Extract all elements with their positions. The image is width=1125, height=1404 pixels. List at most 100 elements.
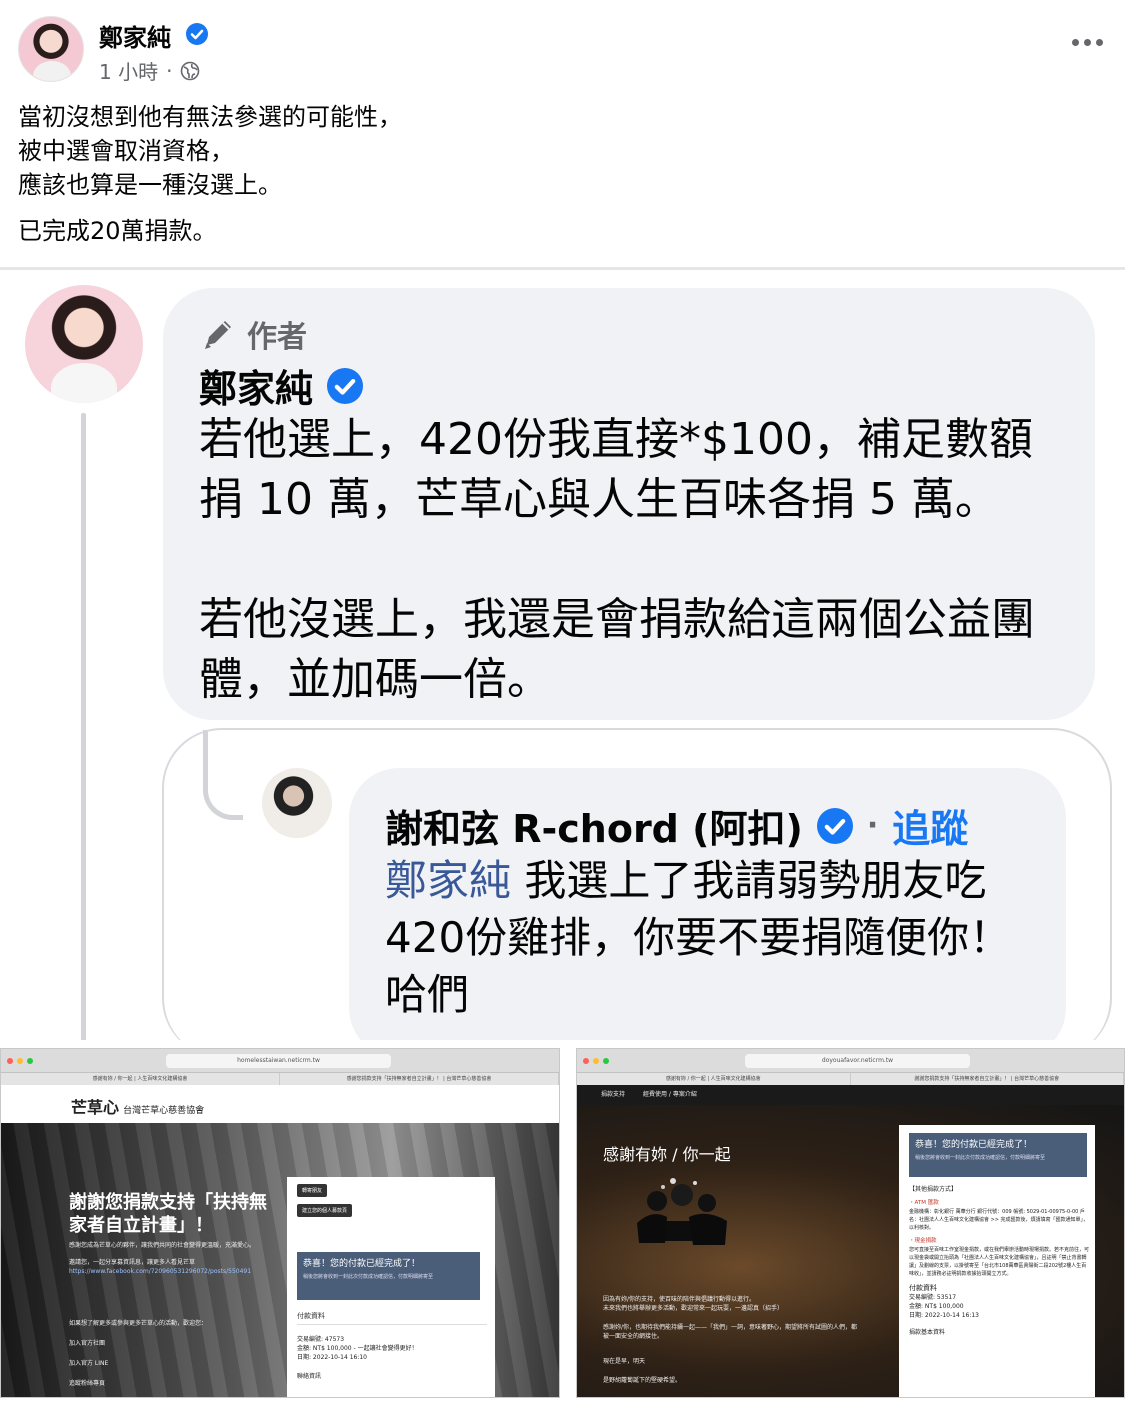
hero-text: 因為有妳/你的支持，使百味的陪伴與倡議行動得以進行。 未來我們也將舉辦更多活動，… xyxy=(603,1295,863,1395)
other-methods-heading: 【其他捐款方式】 xyxy=(909,1186,958,1193)
reply-author-avatar xyxy=(262,768,332,838)
browser-toolbar: doyouafavor.neticrm.tw xyxy=(577,1049,1124,1073)
browser-tabs: 感謝有妳 / 你一起 | 人生百味文化建構協會 感謝您捐款支持「扶持無家者自立計… xyxy=(1,1073,559,1085)
payment-methods: 【其他捐款方式】 ・ATM 匯款 金融機構：彰化銀行 萬華分行 銀行代號：009… xyxy=(909,1185,1089,1337)
author-tag-label: 作者 xyxy=(247,320,307,355)
site-nav: 捐款支持 經費使用 / 專案介紹 xyxy=(577,1085,1124,1105)
transaction-number: 交易編號: 53517 xyxy=(909,1294,957,1301)
thanks-text-2: 感謝妳/你，也期待我們能持續一起——「我們」一詞，意味著野心，期望將所有試圖的人… xyxy=(603,1324,858,1340)
success-message: 恭喜！您的付款已經完成了！ 稍後您將會收到一封此次付款成功確認信，付款明細將寄至 xyxy=(297,1252,480,1300)
nav-item: 捐款支持 xyxy=(601,1091,626,1098)
payment-panel: 恭喜！您的付款已經完成了！ 稍後您將會收到一封此次付款成功確認信，付款明細將寄至… xyxy=(899,1125,1095,1397)
hero-desc: 感謝您成為芒草心的夥伴，讓我們共同的社會變得更溫暖，充滿愛心。 xyxy=(69,1242,256,1249)
info-link: 加入官方社團 xyxy=(69,1340,106,1347)
window-controls xyxy=(7,1058,33,1064)
site-hero: 謝謝您捐款支持「扶持無家者自立計畫」！ 感謝您成為芒草心的夥伴，讓我們共同的社會… xyxy=(1,1123,559,1397)
post-text: 當初沒想到他有無法參選的可能性， 被中選會取消資格， 應該也算是一種沒選上。 已… xyxy=(18,100,1098,260)
cash-text: 您可直接至百味工作室現金捐款，或在我們舉辦活動時現場捐款。若不克前往，可以現金袋… xyxy=(909,1247,1090,1277)
site-body: 捐款支持 經費使用 / 專案介紹 感謝有妳 / 你一起 因為有妳/你的支持，使百… xyxy=(577,1085,1124,1397)
payment-info: 付款資料 交易編號: 47573 金額: NT$ 100,000 - 一起讓社會… xyxy=(297,1311,487,1381)
comment-line: 若他沒選上，我還是會捐款給這兩個公益團 xyxy=(199,594,1035,645)
reply-separator: · xyxy=(866,808,879,843)
comment-line: 捐 10 萬，芒草心與人生百味各捐 5 萬。 xyxy=(199,474,999,525)
donation-screenshot-left[interactable]: homelesstaiwan.neticrm.tw 感謝有妳 / 你一起 | 人… xyxy=(0,1048,560,1398)
site-header: 芒草心 台灣芒草心慈善協會 xyxy=(1,1085,559,1123)
author-name[interactable]: 鄭家純 xyxy=(99,18,171,53)
post-line: 應該也算是一種沒選上。 xyxy=(18,171,282,199)
browser-tabs: 感謝有妳 / 你一起 | 人生百味文化建構協會 謝謝您捐款支持「扶持無家者自立計… xyxy=(577,1073,1124,1085)
reply-line: 420份雞排，你要不要捐隨便你！ xyxy=(385,913,1012,962)
reply-line: 哈們 xyxy=(385,970,470,1019)
logo-mark: 芒草心 xyxy=(71,1098,120,1117)
basic-info-heading: 捐款基本資料 xyxy=(909,1329,946,1336)
more-info-text: 如果想了解更多或參與更多芒草心的活動，歡迎您： xyxy=(69,1320,208,1327)
share-line: 邀請您，一起分享募資訊息，讓更多人看見芒草 xyxy=(69,1259,196,1266)
post-header: 鄭家純 1 小時 · xyxy=(0,0,1125,100)
atm-text: 金融機構：彰化銀行 萬華分行 銀行代號：009 帳號: 5029-01-0097… xyxy=(909,1209,1089,1231)
globe-icon[interactable] xyxy=(180,61,200,81)
site-logo: 芒草心 台灣芒草心慈善協會 xyxy=(71,1094,204,1118)
thanks-text: 因為有妳/你的支持，使百味的陪伴與倡議行動得以進行。 未來我們也將舉辦更多活動，… xyxy=(603,1295,863,1313)
payment-date: 日期: 2022-10-14 16:13 xyxy=(909,1312,979,1319)
hero-title: 感謝有妳 / 你一起 xyxy=(603,1145,731,1164)
address-bar: doyouafavor.neticrm.tw xyxy=(745,1054,970,1068)
post-line: 當初沒想到他有無法參選的可能性， xyxy=(18,103,402,131)
comment-line: 體，並加碼一倍。 xyxy=(199,654,551,705)
success-title: 恭喜！您的付款已經完成了！ xyxy=(915,1140,1033,1150)
comment-thread-image: 作者 鄭家純 若他選上，420份我直接*$100，補足數額 捐 10 萬，芒草心… xyxy=(0,270,1125,1040)
create-fundraising-button: 建立您的個人募款頁 xyxy=(297,1204,353,1217)
hero-title: 謝謝您捐款支持「扶持無家者自立計畫」！ xyxy=(69,1192,267,1236)
browser-tab: 感謝有妳 / 你一起 | 人生百味文化建構協會 xyxy=(1,1073,280,1085)
thanks-line: 未來我們也將舉辦更多活動，歡迎常來一起玩耍，一邊認真（招手） xyxy=(603,1305,784,1312)
reply-mention: 鄭家純 xyxy=(385,856,512,905)
reply-body: 鄭家純 我選上了我請弱勢朋友吃 420份雞排，你要不要捐隨便你！ 哈們 xyxy=(385,852,1045,1023)
comment-author-name: 鄭家純 xyxy=(199,358,364,413)
reply-bubble: 謝和弦 R-chord (阿扣) · 追蹤 鄭家純 我選上了我請弱勢朋友吃 42… xyxy=(349,768,1066,1040)
nav-item: 經費使用 / 專案介紹 xyxy=(643,1091,697,1098)
success-message: 恭喜！您的付款已經完成了！ 稍後您將會收到一封此次付款成功確認信，付款明細將寄至 xyxy=(909,1133,1087,1177)
closing-line-2: 是野胡蘿蔔誕下的堅硬希望。 xyxy=(603,1377,682,1384)
thanks-line: 因為有妳/你的支持，使百味的陪伴與倡議行動得以進行。 xyxy=(603,1296,756,1303)
donation-screenshot-right[interactable]: doyouafavor.neticrm.tw 感謝有妳 / 你一起 | 人生百味… xyxy=(576,1048,1125,1398)
info-link: 加入官方 LINE xyxy=(69,1360,109,1367)
browser-tab: 感謝有妳 / 你一起 | 人生百味文化建構協會 xyxy=(577,1073,851,1085)
success-sub: 稍後您將會收到一封此次付款成功確認信，付款明細將寄至 xyxy=(303,1274,434,1280)
comment-author-avatar xyxy=(25,285,143,403)
post-paragraph-2: 已完成20萬捐款。 xyxy=(18,217,217,245)
author-avatar[interactable] xyxy=(18,16,84,82)
comment-bubble: 作者 鄭家純 若他選上，420份我直接*$100，補足數額 捐 10 萬，芒草心… xyxy=(163,288,1095,720)
transaction-number: 交易編號: 47573 xyxy=(297,1336,345,1343)
verified-badge-icon xyxy=(327,367,364,404)
payment-amount: 金額: NT$ 100,000 xyxy=(909,1303,964,1310)
contact-heading: 聯絡資訊 xyxy=(297,1373,322,1380)
comment-line: 若他選上，420份我直接*$100，補足數額 xyxy=(199,414,1033,465)
comment-body: 若他選上，420份我直接*$100，補足數額 捐 10 萬，芒草心與人生百味各捐… xyxy=(199,410,1079,710)
browser-tab: 謝謝您捐款支持「扶持無家者自立計畫」！ | 台灣芒草心慈善協會 xyxy=(851,1073,1124,1085)
browser-tab: 感謝您捐款支持「扶持無家者自立計畫」！ | 台灣芒草心慈善協會 xyxy=(280,1073,559,1085)
verified-badge-icon xyxy=(816,807,853,844)
post-meta: 1 小時 · xyxy=(99,56,200,85)
more-info: 如果想了解更多或參與更多芒草心的活動，歡迎您： 加入官方社團 加入官方 LINE… xyxy=(69,1319,259,1397)
reply-author-name: 謝和弦 R-chord (阿扣) xyxy=(385,807,803,851)
reply-line: 鄭家純 我選上了我請弱勢朋友吃 xyxy=(385,852,1045,909)
address-bar: homelesstaiwan.neticrm.tw xyxy=(166,1054,391,1068)
post-line: 被中選會取消資格， xyxy=(18,137,234,165)
payment-heading: 付款資料 xyxy=(297,1311,487,1325)
site-hero: 感謝有妳 / 你一起 因為有妳/你的支持，使百味的陪伴與倡議行動得以進行。 未來… xyxy=(577,1105,1124,1397)
post-paragraph-1: 當初沒想到他有無法參選的可能性， 被中選會取消資格， 應該也算是一種沒選上。 xyxy=(18,100,1098,202)
share-link: https://www.facebook.com/720960531296072… xyxy=(69,1268,252,1275)
comment-author-text: 鄭家純 xyxy=(199,367,314,411)
celebration-illustration xyxy=(637,1178,727,1245)
forward-friend-button: 轉寄朋友 xyxy=(297,1184,328,1197)
hero-description: 感謝您成為芒草心的夥伴，讓我們共同的社會變得更溫暖，充滿愛心。 邀請您，一起分享… xyxy=(69,1241,269,1276)
logo-text: 台灣芒草心慈善協會 xyxy=(123,1106,205,1116)
payment-amount: 金額: NT$ 100,000 - 一起讓社會變得更好！ xyxy=(297,1345,418,1352)
success-sub: 稍後您將會收到一封此次付款成功確認信，付款明細將寄至 xyxy=(915,1155,1046,1161)
reply-connector xyxy=(203,730,243,820)
info-link: 追蹤粉絲專頁 xyxy=(69,1380,106,1387)
reply-header: 謝和弦 R-chord (阿扣) · 追蹤 xyxy=(385,798,968,853)
author-tag: 作者 xyxy=(199,312,307,356)
more-options-icon[interactable] xyxy=(1071,34,1103,50)
success-title: 恭喜！您的付款已經完成了！ xyxy=(303,1259,421,1269)
post-time[interactable]: 1 小時 xyxy=(99,56,158,85)
